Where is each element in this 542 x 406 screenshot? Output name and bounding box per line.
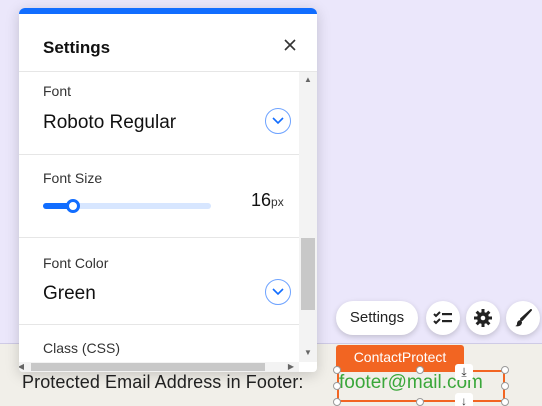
panel-title: Settings xyxy=(43,38,111,57)
chevron-down-icon xyxy=(272,117,284,125)
design-button[interactable] xyxy=(506,301,540,335)
resize-handle-left[interactable] xyxy=(333,382,341,390)
class-css-section[interactable]: Class (CSS) xyxy=(19,325,299,362)
font-value: Roboto Regular xyxy=(43,112,177,133)
scroll-right-icon[interactable]: ▶ xyxy=(285,362,297,372)
resize-handle-bottom-right[interactable] xyxy=(501,398,509,406)
resize-handle-top-left[interactable] xyxy=(333,366,341,374)
class-css-label: Class (CSS) xyxy=(43,340,121,356)
chevron-down-icon xyxy=(272,288,284,296)
font-section[interactable]: Font Roboto Regular xyxy=(19,72,299,155)
font-size-slider[interactable] xyxy=(43,199,211,213)
font-size-value[interactable]: 16px xyxy=(251,190,284,211)
panel-body: Font Roboto Regular Font Size 16px Font … xyxy=(19,72,299,362)
scroll-up-icon[interactable]: ▲ xyxy=(299,75,317,84)
font-size-label: Font Size xyxy=(43,170,103,186)
font-size-number: 16 xyxy=(251,190,272,210)
font-color-value: Green xyxy=(43,283,96,304)
footer-label: Protected Email Address in Footer: xyxy=(22,372,304,392)
font-size-unit: px xyxy=(271,195,284,209)
panel-header[interactable]: Settings xyxy=(19,14,317,72)
resize-handle-right[interactable] xyxy=(501,382,509,390)
gear-button[interactable] xyxy=(466,301,500,335)
move-down-icon[interactable]: ⤓ xyxy=(455,364,473,380)
font-color-label: Font Color xyxy=(43,255,109,271)
component-name-tag[interactable]: ContactProtect xyxy=(336,345,464,370)
gear-icon xyxy=(474,309,492,327)
font-color-section[interactable]: Font Color Green xyxy=(19,238,299,325)
vertical-scrollbar[interactable]: ▲ ▼ xyxy=(299,72,317,362)
checklist-icon xyxy=(433,311,452,325)
horizontal-scroll-thumb[interactable] xyxy=(31,363,265,371)
scroll-down-icon[interactable]: ▼ xyxy=(299,348,317,357)
settings-button[interactable]: Settings xyxy=(336,301,418,335)
scroll-left-icon[interactable]: ◀ xyxy=(19,362,27,372)
resize-handle-bottom[interactable] xyxy=(416,398,424,406)
settings-panel: Settings Font Roboto Regular Font Size 1… xyxy=(19,8,317,372)
checklist-button[interactable] xyxy=(426,301,460,335)
close-icon[interactable] xyxy=(281,36,299,54)
font-dropdown-button[interactable] xyxy=(265,108,291,134)
resize-handle-top[interactable] xyxy=(416,366,424,374)
paint-brush-icon xyxy=(515,309,532,327)
font-label: Font xyxy=(43,83,72,99)
horizontal-scrollbar[interactable]: ◀ ▶ xyxy=(19,362,299,372)
vertical-scroll-thumb[interactable] xyxy=(301,238,315,310)
stretch-down-icon[interactable]: ↓ xyxy=(455,393,473,406)
resize-handle-bottom-left[interactable] xyxy=(333,398,341,406)
font-color-dropdown-button[interactable] xyxy=(265,279,291,305)
resize-handle-top-right[interactable] xyxy=(501,366,509,374)
